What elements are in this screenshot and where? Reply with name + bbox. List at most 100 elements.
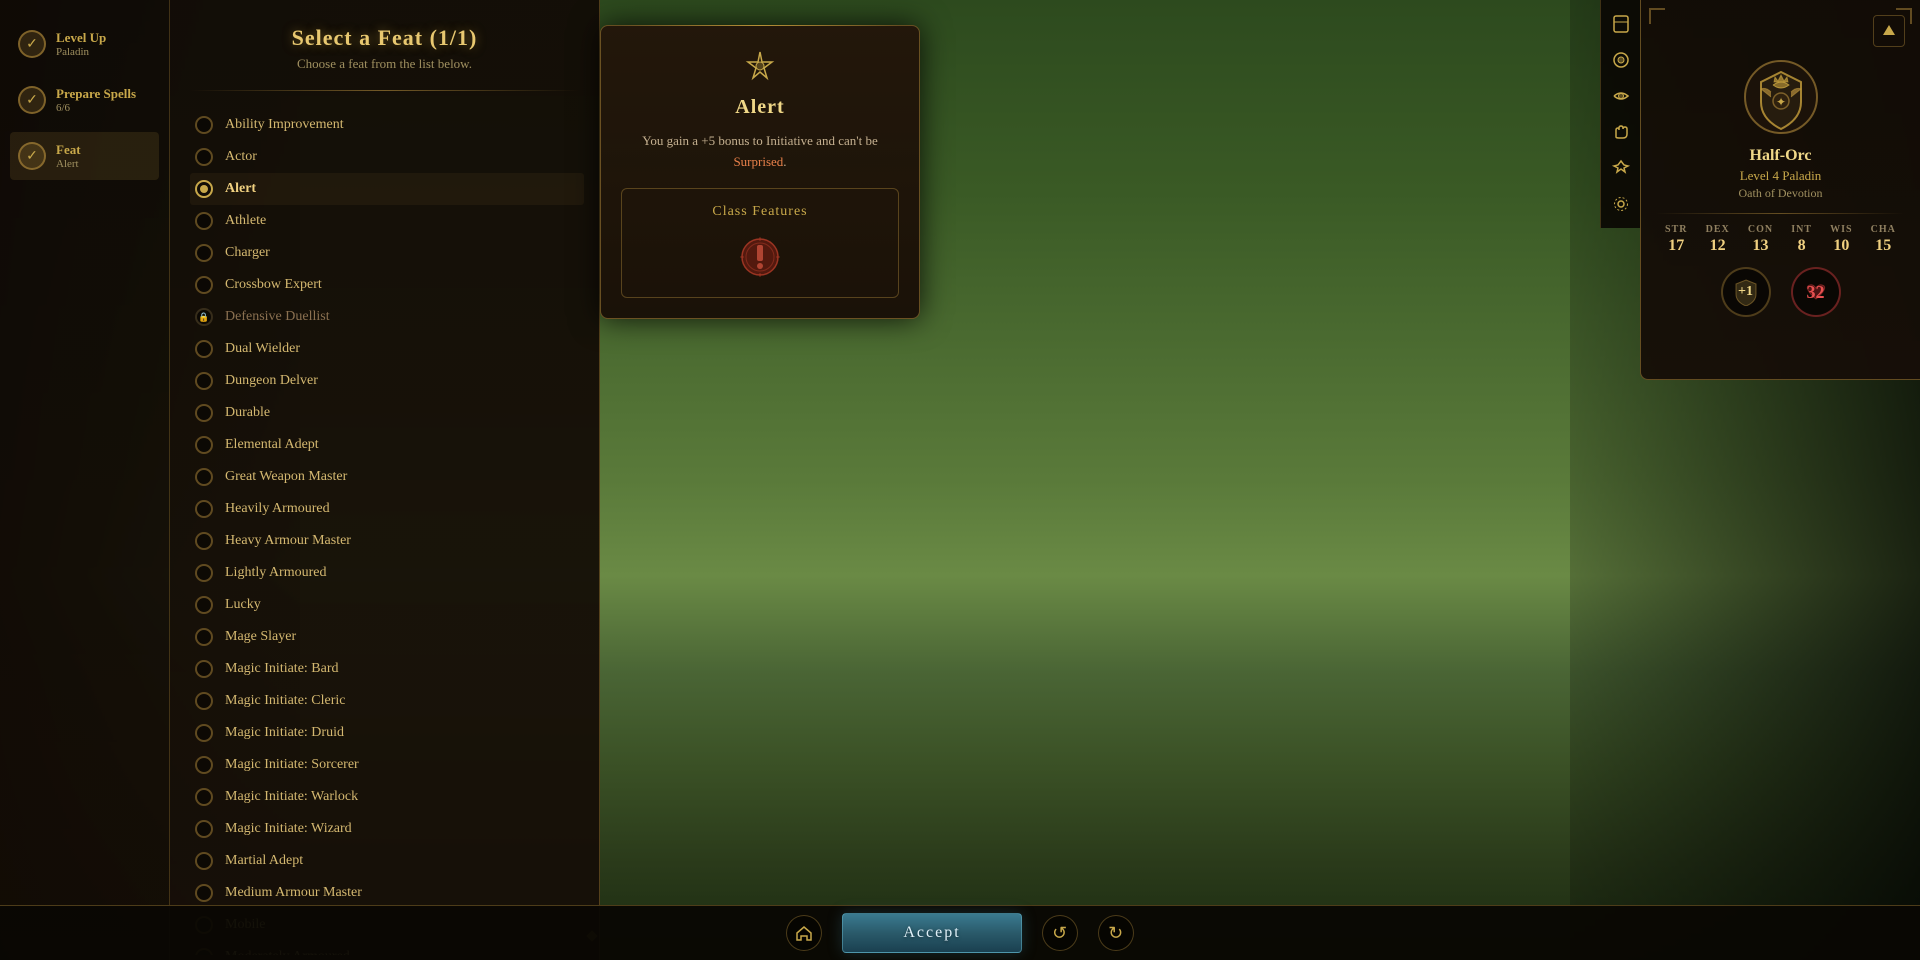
feat-item-dungeon-delver[interactable]: Dungeon Delver xyxy=(190,365,584,397)
feat-item-dual-wielder[interactable]: Dual Wielder xyxy=(190,333,584,365)
char-race: Half-Orc xyxy=(1656,147,1905,165)
feat-item-martial-adept[interactable]: Martial Adept xyxy=(190,845,584,877)
feat-radio-magic-initiate-wizard xyxy=(195,820,213,838)
feat-radio-magic-initiate-bard xyxy=(195,660,213,678)
feat-item-durable[interactable]: Durable xyxy=(190,397,584,429)
feat-item-great-weapon-master[interactable]: Great Weapon Master xyxy=(190,461,584,493)
feat-radio-lightly-armoured xyxy=(195,564,213,582)
feat-radio-magic-initiate-sorcerer xyxy=(195,756,213,774)
feat-item-alert[interactable]: Alert xyxy=(190,173,584,205)
feat-radio-ability-improvement xyxy=(195,116,213,134)
feather-icon-btn[interactable] xyxy=(1605,152,1637,184)
redo-button[interactable]: ↻ xyxy=(1098,915,1134,951)
step-prepare-spells-icon: ✓ xyxy=(18,86,46,114)
snowflake-icon-btn[interactable] xyxy=(1605,44,1637,76)
char-subclass: Oath of Devotion xyxy=(1656,186,1905,201)
feat-radio-medium-armour-master xyxy=(195,884,213,902)
stat-cha: CHA 15 xyxy=(1871,224,1896,255)
feat-radio-dual-wielder xyxy=(195,340,213,358)
feat-radio-heavy-armour-master xyxy=(195,532,213,550)
redo-icon: ↻ xyxy=(1108,923,1123,944)
feat-item-mage-slayer[interactable]: Mage Slayer xyxy=(190,621,584,653)
gear-icon-btn[interactable] xyxy=(1605,188,1637,220)
ac-value: +1 xyxy=(1738,284,1753,300)
feat-item-charger[interactable]: Charger xyxy=(190,237,584,269)
stat-con: CON 13 xyxy=(1748,224,1773,255)
char-divider xyxy=(1656,213,1905,214)
corner-decoration-tr xyxy=(1896,8,1912,24)
hand-icon-btn[interactable] xyxy=(1605,116,1637,148)
undo-button[interactable]: ↺ xyxy=(1042,915,1078,951)
feat-item-magic-initiate-sorcerer[interactable]: Magic Initiate: Sorcerer xyxy=(190,749,584,781)
feat-radio-crossbow-expert xyxy=(195,276,213,294)
char-bottom-row: +1 32 xyxy=(1656,267,1905,317)
step-feat[interactable]: ✓ Feat Alert xyxy=(10,132,159,180)
feat-radio-charger xyxy=(195,244,213,262)
feat-radio-athlete xyxy=(195,212,213,230)
feat-item-magic-initiate-druid[interactable]: Magic Initiate: Druid xyxy=(190,717,584,749)
char-ac-badge: +1 xyxy=(1721,267,1771,317)
side-icons-panel xyxy=(1600,0,1640,228)
stats-row: STR 17 DEX 12 CON 13 INT 8 WIS 10 CHA 15 xyxy=(1656,224,1905,255)
feat-radio-magic-initiate-druid xyxy=(195,724,213,742)
feat-radio-dungeon-delver xyxy=(195,372,213,390)
feat-item-actor[interactable]: Actor xyxy=(190,141,584,173)
feat-radio-durable xyxy=(195,404,213,422)
svg-text:✦: ✦ xyxy=(1775,95,1785,109)
detail-feat-desc: You gain a +5 bonus to Initiative and ca… xyxy=(621,131,899,173)
detail-feat-title: Alert xyxy=(621,96,899,119)
home-button[interactable] xyxy=(786,915,822,951)
corner-decoration-tl xyxy=(1649,8,1665,24)
undo-icon: ↺ xyxy=(1052,923,1067,944)
feat-list[interactable]: Ability Improvement Actor Alert Athlete … xyxy=(170,104,599,955)
stat-dex: DEX 12 xyxy=(1706,224,1730,255)
feat-radio-great-weapon-master xyxy=(195,468,213,486)
feat-item-defensive-duellist[interactable]: Defensive Duellist xyxy=(190,301,584,333)
detail-panel: Alert You gain a +5 bonus to Initiative … xyxy=(600,25,920,319)
accept-button[interactable]: Accept xyxy=(842,913,1021,953)
feat-item-magic-initiate-bard[interactable]: Magic Initiate: Bard xyxy=(190,653,584,685)
feat-radio-elemental-adept xyxy=(195,436,213,454)
feat-radio-alert xyxy=(195,180,213,198)
class-features-box: Class Features xyxy=(621,188,899,298)
feat-item-crossbow-expert[interactable]: Crossbow Expert xyxy=(190,269,584,301)
char-panel: ✦ Half-Orc Level 4 Paladin Oath of Devot… xyxy=(1640,0,1920,380)
feat-item-magic-initiate-wizard[interactable]: Magic Initiate: Wizard xyxy=(190,813,584,845)
feat-radio-heavily-armoured xyxy=(195,500,213,518)
step-level-up-subtitle: Paladin xyxy=(56,46,106,58)
feat-item-lucky[interactable]: Lucky xyxy=(190,589,584,621)
portrait-icon-btn[interactable] xyxy=(1605,8,1637,40)
step-prepare-spells[interactable]: ✓ Prepare Spells 6/6 xyxy=(10,76,159,124)
step-level-up-title: Level Up xyxy=(56,30,106,46)
step-feat-icon: ✓ xyxy=(18,142,46,170)
class-features-title: Class Features xyxy=(637,204,883,220)
stat-int: INT 8 xyxy=(1791,224,1812,255)
feat-radio-actor xyxy=(195,148,213,166)
feat-panel-title: Select a Feat (1/1) xyxy=(195,25,574,51)
char-emblem: ✦ xyxy=(1741,57,1821,137)
char-class-level: Level 4 Paladin xyxy=(1656,168,1905,184)
detail-highlight: Surprised xyxy=(733,154,783,169)
feat-list-container: Ability Improvement Actor Alert Athlete … xyxy=(170,99,599,960)
feat-panel-subtitle: Choose a feat from the list below. xyxy=(195,56,574,72)
eye-icon-btn[interactable] xyxy=(1605,80,1637,112)
feat-item-elemental-adept[interactable]: Elemental Adept xyxy=(190,429,584,461)
step-level-up[interactable]: ✓ Level Up Paladin xyxy=(10,20,159,68)
feat-radio-martial-adept xyxy=(195,852,213,870)
feat-item-heavy-armour-master[interactable]: Heavy Armour Master xyxy=(190,525,584,557)
step-level-up-icon: ✓ xyxy=(18,30,46,58)
step-prepare-spells-title: Prepare Spells xyxy=(56,86,136,102)
feat-item-athlete[interactable]: Athlete xyxy=(190,205,584,237)
feat-selection-panel: Select a Feat (1/1) Choose a feat from t… xyxy=(170,0,600,960)
feat-panel-divider xyxy=(190,90,579,91)
feat-item-heavily-armoured[interactable]: Heavily Armoured xyxy=(190,493,584,525)
char-hp-badge: 32 xyxy=(1791,267,1841,317)
feat-item-magic-initiate-cleric[interactable]: Magic Initiate: Cleric xyxy=(190,685,584,717)
stat-wis: WIS 10 xyxy=(1830,224,1852,255)
bottom-bar: Accept ↺ ↻ xyxy=(0,905,1920,960)
feat-radio-mage-slayer xyxy=(195,628,213,646)
feat-item-lightly-armoured[interactable]: Lightly Armoured xyxy=(190,557,584,589)
feat-item-ability-improvement[interactable]: Ability Improvement xyxy=(190,109,584,141)
feat-item-magic-initiate-warlock[interactable]: Magic Initiate: Warlock xyxy=(190,781,584,813)
feat-radio-magic-initiate-cleric xyxy=(195,692,213,710)
